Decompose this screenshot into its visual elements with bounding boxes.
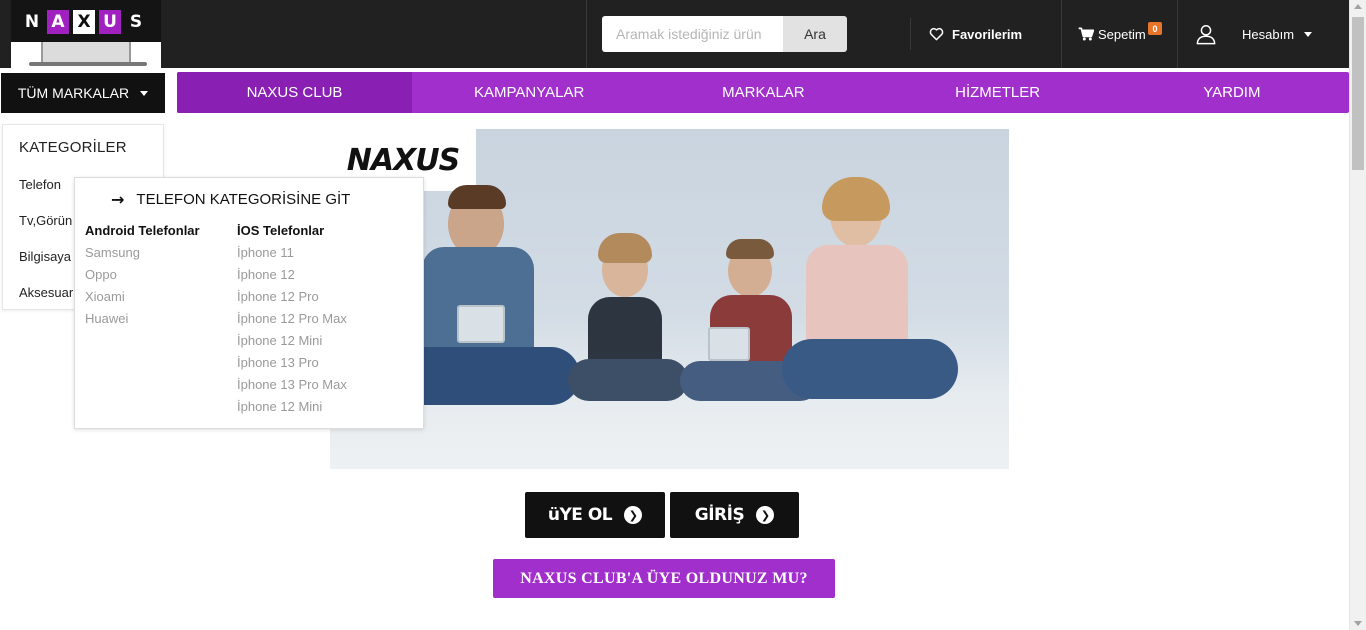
nav-item-markalar[interactable]: MARKALAR (646, 72, 880, 113)
cart-label: Sepetim (1098, 26, 1146, 42)
submenu-link-huawei[interactable]: Huawei (85, 310, 200, 332)
search-button[interactable]: Ara (783, 16, 847, 52)
submenu-link-iphone-12-mini-2[interactable]: İphone 12 Mini (237, 398, 347, 420)
cart-link[interactable]: Sepetim 0 (1078, 0, 1168, 68)
category-item-aksesuar[interactable]: Aksesuar (19, 285, 73, 300)
login-label: GİRİŞ (694, 505, 745, 525)
page-scrollbar[interactable] (1349, 0, 1366, 630)
category-panel-title: KATEGORİLER (19, 139, 127, 156)
account-menu[interactable]: Hesabım (1195, 0, 1313, 68)
page: N A X U S Ara Favorilerim (0, 0, 1366, 630)
register-label: üYE OL (547, 505, 613, 525)
submenu-link-iphone-12-pro[interactable]: İphone 12 Pro (237, 288, 347, 310)
submenu-link-xiaomi[interactable]: Xioami (85, 288, 200, 310)
all-brands-button[interactable]: TÜM MARKALAR (1, 73, 165, 113)
goto-phone-category-link[interactable]: → TELEFON KATEGORİSİNE GİT (111, 190, 350, 209)
chevron-right-circle-icon: ❯ (756, 506, 775, 524)
category-item-telefon[interactable]: Telefon (19, 177, 61, 192)
main-nav: NAXUS CLUB KAMPANYALAR MARKALAR HİZMETLE… (177, 72, 1349, 113)
top-header: N A X U S Ara Favorilerim (0, 0, 1349, 68)
favorites-label: Favorilerim (952, 26, 1023, 42)
scroll-up-arrow-icon[interactable] (1354, 4, 1362, 9)
goto-phone-category-label: TELEFON KATEGORİSİNE GİT (136, 191, 351, 208)
android-column: Android Telefonlar Samsung Oppo Xioami H… (85, 222, 200, 332)
site-logo[interactable]: N A X U S (11, 0, 161, 68)
all-brands-label: TÜM MARKALAR (17, 85, 130, 101)
search-input[interactable] (602, 16, 783, 52)
cart-count-badge: 0 (1148, 22, 1162, 35)
nav-item-naxus-club[interactable]: NAXUS CLUB (177, 72, 412, 113)
chevron-right-circle-icon: ❯ (624, 506, 643, 524)
laptop-graphic (29, 42, 147, 66)
logo-letters: N A X U S (24, 10, 143, 34)
family-illustration (330, 129, 1009, 469)
android-heading[interactable]: Android Telefonlar (85, 222, 200, 244)
category-item-tv[interactable]: Tv,Görün (19, 213, 72, 228)
submenu-link-iphone-13-pro[interactable]: İphone 13 Pro (237, 354, 347, 376)
submenu-link-iphone-11[interactable]: İphone 11 (237, 244, 347, 266)
heart-icon (929, 27, 944, 41)
nav-item-kampanyalar[interactable]: KAMPANYALAR (412, 72, 646, 113)
nav-item-yardim[interactable]: YARDIM (1115, 72, 1349, 113)
caret-down-icon (1304, 31, 1313, 37)
account-label: Hesabım (1242, 26, 1295, 42)
favorites-link[interactable]: Favorilerim (929, 0, 1022, 68)
submenu-link-samsung[interactable]: Samsung (85, 244, 200, 266)
scrollbar-thumb[interactable] (1352, 17, 1364, 170)
ios-heading[interactable]: İOS Telefonlar (237, 222, 347, 244)
ios-column: İOS Telefonlar İphone 11 İphone 12 İphon… (237, 222, 347, 420)
search-bar: Ara (602, 16, 847, 52)
naxus-club-button[interactable]: NAXUS CLUB'A ÜYE OLDUNUZ MU? (493, 559, 835, 598)
register-button[interactable]: üYE OL ❯ (525, 492, 665, 538)
user-icon (1196, 25, 1216, 45)
scroll-down-arrow-icon[interactable] (1354, 621, 1362, 626)
nav-item-hizmetler[interactable]: HİZMETLER (881, 72, 1115, 113)
submenu-link-iphone-12[interactable]: İphone 12 (237, 266, 347, 288)
phone-submenu: → TELEFON KATEGORİSİNE GİT Android Telef… (74, 177, 424, 429)
cart-icon (1078, 27, 1094, 41)
submenu-link-iphone-12-pro-max[interactable]: İphone 12 Pro Max (237, 310, 347, 332)
naxus-club-label: NAXUS CLUB'A ÜYE OLDUNUZ MU? (520, 569, 808, 587)
submenu-link-iphone-13-pro-max[interactable]: İphone 13 Pro Max (237, 376, 347, 398)
hero-banner-image: NAXUS (330, 129, 1009, 469)
caret-down-icon (140, 90, 149, 96)
category-item-bilgisayar[interactable]: Bilgisaya (19, 249, 71, 264)
login-button[interactable]: GİRİŞ ❯ (670, 492, 799, 538)
submenu-link-oppo[interactable]: Oppo (85, 266, 200, 288)
submenu-link-iphone-12-mini[interactable]: İphone 12 Mini (237, 332, 347, 354)
arrow-right-icon: → (111, 190, 125, 209)
